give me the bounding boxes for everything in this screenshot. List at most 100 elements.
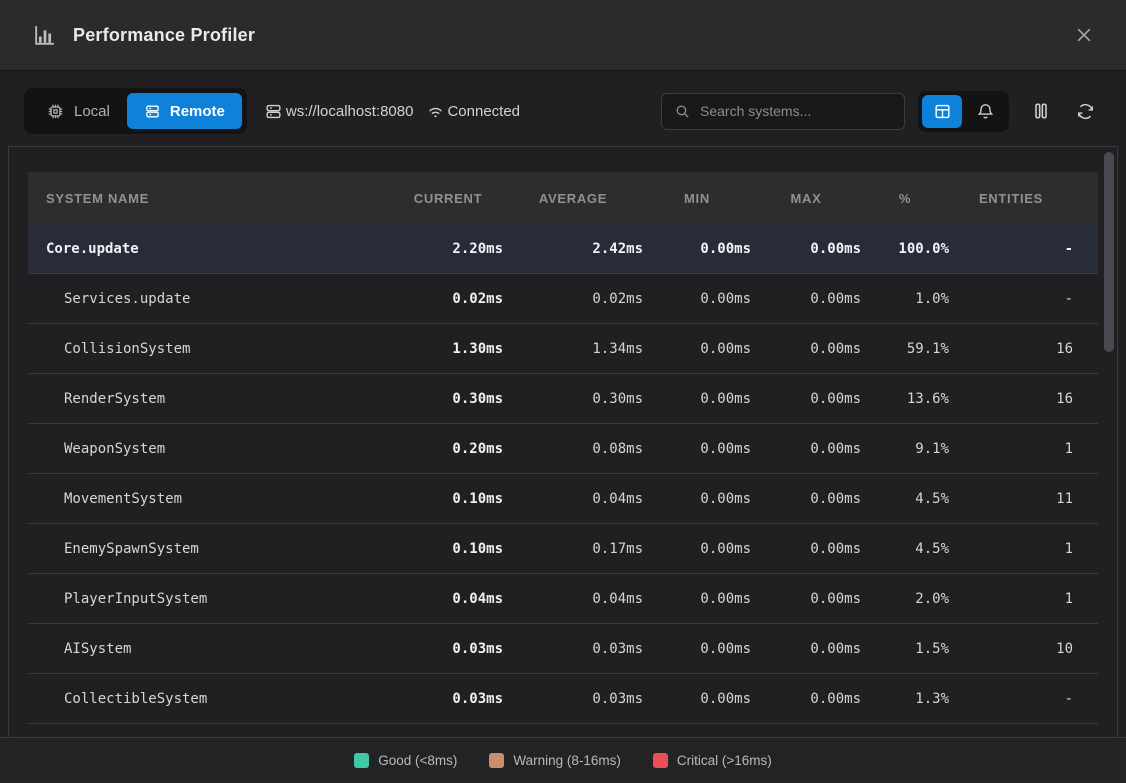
current-cell: 0.10ms: [393, 541, 503, 557]
percent-cell: 1.0%: [861, 291, 949, 307]
percent-cell: 4.5%: [861, 541, 949, 557]
refresh-icon: [1076, 102, 1095, 121]
percent-cell: 100.0%: [861, 241, 949, 257]
legend-item: Warning (8-16ms): [489, 753, 621, 768]
percent-cell: 59.1%: [861, 341, 949, 357]
table-row[interactable]: AISystem 0.03ms 0.03ms 0.00ms 0.00ms 1.5…: [28, 624, 1098, 674]
system-name-cell: CollectibleSystem: [46, 691, 393, 707]
average-cell: 0.03ms: [503, 641, 643, 657]
endpoint: ws://localhost:8080: [264, 102, 414, 121]
alerts-button[interactable]: [965, 95, 1005, 128]
search-input[interactable]: [700, 103, 892, 119]
entities-cell: 1: [949, 441, 1073, 457]
titlebar: Performance Profiler: [0, 0, 1126, 71]
legend-swatch: [354, 753, 369, 768]
cpu-chip-icon: [46, 102, 65, 121]
legend-item: Good (<8ms): [354, 753, 457, 768]
search-box: [661, 93, 905, 130]
min-cell: 0.00ms: [643, 291, 751, 307]
percent-cell: 13.6%: [861, 391, 949, 407]
max-cell: 0.00ms: [751, 341, 861, 357]
view-toggle: [918, 91, 1009, 132]
pause-button[interactable]: [1024, 94, 1058, 128]
system-name-cell: Services.update: [46, 291, 393, 307]
max-cell: 0.00ms: [751, 491, 861, 507]
refresh-button[interactable]: [1068, 94, 1102, 128]
min-cell: 0.00ms: [643, 691, 751, 707]
connection-status-label: Connected: [447, 103, 520, 120]
current-cell: 0.03ms: [393, 691, 503, 707]
table-row[interactable]: CollisionSystem 1.30ms 1.34ms 0.00ms 0.0…: [28, 324, 1098, 374]
table-row[interactable]: RenderSystem 0.30ms 0.30ms 0.00ms 0.00ms…: [28, 374, 1098, 424]
system-name-cell: WeaponSystem: [46, 441, 393, 457]
table-row[interactable]: EnemySpawnSystem 0.10ms 0.17ms 0.00ms 0.…: [28, 524, 1098, 574]
current-cell: 2.20ms: [393, 241, 503, 257]
close-icon: [1074, 25, 1094, 45]
legend-swatch: [653, 753, 668, 768]
legend: Good (<8ms) Warning (8-16ms) Critical (>…: [0, 737, 1126, 783]
wifi-icon: [426, 102, 445, 121]
max-cell: 0.00ms: [751, 691, 861, 707]
bar-chart-icon: [32, 23, 57, 48]
current-cell: 0.10ms: [393, 491, 503, 507]
max-cell: 0.00ms: [751, 441, 861, 457]
table-view-button[interactable]: [922, 95, 962, 128]
percent-cell: 1.5%: [861, 641, 949, 657]
column-header-entities: ENTITIES: [949, 191, 1073, 206]
max-cell: 0.00ms: [751, 241, 861, 257]
table-row[interactable]: Services.update 0.02ms 0.02ms 0.00ms 0.0…: [28, 274, 1098, 324]
table-icon: [933, 102, 952, 121]
min-cell: 0.00ms: [643, 391, 751, 407]
server-icon: [264, 102, 283, 121]
percent-cell: 4.5%: [861, 491, 949, 507]
legend-label: Good (<8ms): [378, 753, 457, 768]
search-icon: [674, 103, 691, 120]
toolbar: Local Remote: [24, 88, 1102, 134]
min-cell: 0.00ms: [643, 241, 751, 257]
max-cell: 0.00ms: [751, 291, 861, 307]
min-cell: 0.00ms: [643, 541, 751, 557]
table-row[interactable]: Core.update 2.20ms 2.42ms 0.00ms 0.00ms …: [28, 224, 1098, 274]
endpoint-url: ws://localhost:8080: [286, 103, 414, 120]
average-cell: 0.04ms: [503, 591, 643, 607]
system-name-cell: Core.update: [46, 241, 393, 257]
current-cell: 0.02ms: [393, 291, 503, 307]
percent-cell: 1.3%: [861, 691, 949, 707]
min-cell: 0.00ms: [643, 491, 751, 507]
min-cell: 0.00ms: [643, 591, 751, 607]
column-header-max: MAX: [751, 191, 861, 206]
vertical-scrollbar-thumb[interactable]: [1104, 152, 1114, 352]
min-cell: 0.00ms: [643, 341, 751, 357]
average-cell: 0.08ms: [503, 441, 643, 457]
table-row[interactable]: WeaponSystem 0.20ms 0.08ms 0.00ms 0.00ms…: [28, 424, 1098, 474]
current-cell: 0.04ms: [393, 591, 503, 607]
pause-icon: [1031, 101, 1051, 121]
system-name-cell: RenderSystem: [46, 391, 393, 407]
column-header-min: MIN: [643, 191, 751, 206]
max-cell: 0.00ms: [751, 641, 861, 657]
column-header-system-name: SYSTEM NAME: [46, 191, 393, 206]
local-mode-label: Local: [74, 103, 110, 120]
server-icon: [144, 103, 161, 120]
entities-cell: 16: [949, 341, 1073, 357]
max-cell: 0.00ms: [751, 541, 861, 557]
remote-mode-button[interactable]: Remote: [127, 93, 242, 129]
local-mode-button[interactable]: Local: [29, 93, 127, 129]
average-cell: 0.17ms: [503, 541, 643, 557]
table-row[interactable]: MovementSystem 0.10ms 0.04ms 0.00ms 0.00…: [28, 474, 1098, 524]
average-cell: 2.42ms: [503, 241, 643, 257]
system-name-cell: MovementSystem: [46, 491, 393, 507]
current-cell: 0.03ms: [393, 641, 503, 657]
min-cell: 0.00ms: [643, 641, 751, 657]
systems-table: SYSTEM NAME CURRENT AVERAGE MIN MAX % EN…: [28, 172, 1098, 724]
max-cell: 0.00ms: [751, 591, 861, 607]
performance-profiler-window: Performance Profiler Local: [0, 0, 1126, 783]
average-cell: 0.30ms: [503, 391, 643, 407]
system-name-cell: PlayerInputSystem: [46, 591, 393, 607]
close-button[interactable]: [1070, 21, 1098, 49]
column-header-average: AVERAGE: [503, 191, 643, 206]
table-row[interactable]: CollectibleSystem 0.03ms 0.03ms 0.00ms 0…: [28, 674, 1098, 724]
page-title: Performance Profiler: [73, 25, 255, 46]
entities-cell: 16: [949, 391, 1073, 407]
table-row[interactable]: PlayerInputSystem 0.04ms 0.04ms 0.00ms 0…: [28, 574, 1098, 624]
